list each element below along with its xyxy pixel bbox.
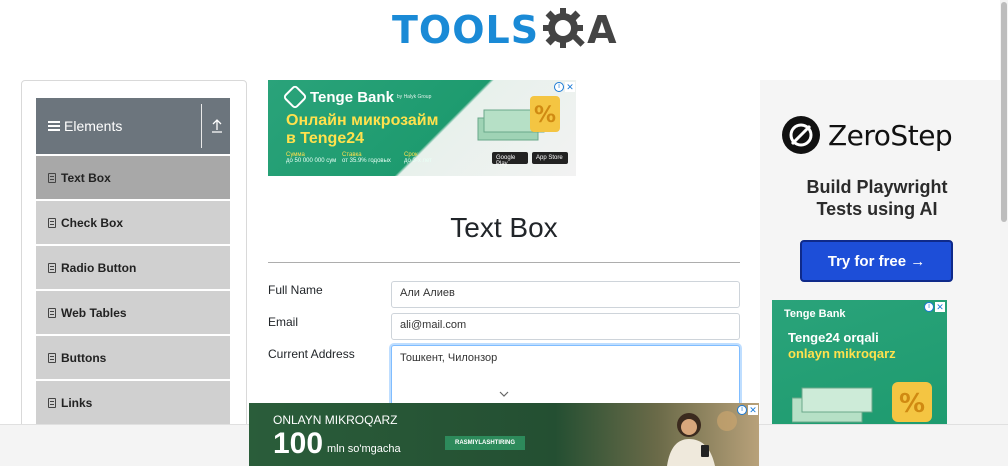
- ad-info-glyph: i: [928, 303, 930, 310]
- menu-item-buttons[interactable]: Buttons: [36, 336, 230, 379]
- ad-fact-value: от 35.9% годовых: [342, 158, 391, 164]
- ad-brand: Tenge Bank by Halyk Group: [282, 84, 432, 110]
- header-divider: [201, 104, 202, 148]
- menu-item-label: Links: [61, 395, 93, 410]
- side-ad-close-icon[interactable]: ✕: [935, 302, 945, 312]
- menu-item-links[interactable]: Links: [36, 381, 230, 424]
- ad-fact: Сумма до 50 000 000 сум: [286, 152, 336, 164]
- email-label: Email: [268, 315, 299, 329]
- bottom-ad-headline: ONLAYN MIKROQARZ: [273, 413, 398, 427]
- zerostep-logo: ZeroStep: [782, 116, 953, 154]
- ad-headline-1: Онлайн микрозайм: [286, 112, 439, 129]
- elements-group-header[interactable]: Elements: [36, 98, 230, 154]
- menu-item-web-tables[interactable]: Web Tables: [36, 291, 230, 334]
- bottom-ad-unit: mln so'mgacha: [327, 443, 401, 455]
- menu-item-label: Text Box: [61, 170, 111, 185]
- ad-brand-sub: by Halyk Group: [396, 94, 432, 100]
- menu-item-check-box[interactable]: Check Box: [36, 201, 230, 244]
- side-ad-line1: Tenge24 orqali: [788, 330, 879, 345]
- side-ad-line2: onlayn mikroqarz: [788, 346, 896, 361]
- try-for-free-button[interactable]: Try for free →: [800, 240, 953, 282]
- menu-item-label: Radio Button: [61, 260, 137, 275]
- page-scrollbar[interactable]: [1000, 0, 1008, 424]
- page-title: Text Box: [450, 212, 558, 243]
- ad-info-glyph: i: [741, 406, 743, 413]
- side-ad-brand: Tenge Bank: [784, 308, 846, 320]
- toolsqa-logo[interactable]: TOOLS A: [392, 6, 617, 54]
- zerostep-wordmark: ZeroStep: [828, 118, 953, 152]
- bottom-banner-ad[interactable]: ONLAYN MIKROQARZ 100 mln so'mgacha RASMI…: [249, 403, 759, 466]
- full-name-label: Full Name: [268, 283, 323, 297]
- money-stack-icon: %: [477, 96, 560, 141]
- zerostep-mark-icon: [782, 116, 820, 154]
- ad-fact: Срок до 3-х лет: [404, 152, 432, 164]
- bottom-ad-info-icon[interactable]: i: [737, 405, 747, 415]
- collapse-up-icon[interactable]: [210, 118, 224, 134]
- menu-item-label: Buttons: [61, 350, 107, 365]
- title-divider: [268, 262, 740, 263]
- google-play-badge[interactable]: Google Play: [492, 152, 528, 167]
- ad-fact-value: до 3-х лет: [404, 158, 432, 164]
- menu-item-icon: [48, 172, 56, 183]
- top-banner-ad[interactable]: Tenge Bank by Halyk Group Онлайн микроза…: [268, 80, 576, 176]
- current-address-textarea[interactable]: Тошкент, Чилонзор: [391, 345, 740, 409]
- right-sidebar-ad[interactable]: ZeroStep Build Playwright Tests using AI…: [760, 80, 1000, 424]
- ad-headline-2: в Tenge24: [286, 130, 365, 147]
- menu-item-radio-button[interactable]: Radio Button: [36, 246, 230, 289]
- ad-close-glyph: ✕: [566, 82, 574, 92]
- ad-close-icon[interactable]: ✕: [565, 82, 575, 92]
- side-ad-info-icon[interactable]: i: [924, 302, 934, 312]
- menu-item-label: Check Box: [61, 215, 124, 230]
- side-money-stack-icon: %: [792, 382, 932, 423]
- ad-fact: Ставка от 35.9% годовых: [342, 152, 391, 164]
- logo-tools-text: TOOLS: [392, 8, 540, 52]
- logo-a-text: A: [587, 8, 617, 52]
- svg-text:%: %: [899, 389, 925, 419]
- svg-text:%: %: [534, 103, 556, 128]
- bottom-ad-cta-button[interactable]: RASMIYLASHTIRING: [445, 436, 525, 450]
- ad-brand-name: Tenge Bank: [310, 88, 394, 106]
- current-address-value: Тошкент, Чилонзор: [400, 352, 498, 364]
- tenge-bank-logo-icon: [282, 84, 308, 110]
- group-title: Elements: [64, 118, 123, 134]
- page: TOOLS A Elements Text Box Check Box Radi…: [0, 0, 1008, 466]
- ad-close-glyph: ✕: [936, 302, 944, 312]
- menu-item-icon: [48, 352, 56, 363]
- elements-menu: Text Box Check Box Radio Button Web Tabl…: [36, 156, 230, 426]
- chevron-down-icon[interactable]: [498, 388, 510, 400]
- menu-item-icon: [48, 217, 56, 228]
- menu-item-icon: [48, 262, 56, 273]
- full-name-input[interactable]: Али Алиев: [391, 281, 740, 308]
- menu-item-text-box[interactable]: Text Box: [36, 156, 230, 199]
- zerostep-tagline: Build Playwright Tests using AI: [806, 177, 948, 219]
- tenge-bank-side-ad[interactable]: Tenge Bank Tenge24 orqali onlayn mikroqa…: [772, 300, 947, 424]
- full-name-value: Али Алиев: [400, 287, 455, 299]
- ad-fact-value: до 50 000 000 сум: [286, 158, 337, 164]
- email-input[interactable]: ali@mail.com: [391, 313, 740, 340]
- ad-close-glyph: ✕: [749, 405, 757, 415]
- app-store-badge[interactable]: App Store: [532, 152, 568, 164]
- woman-with-phone-image: [667, 411, 737, 466]
- left-panel: Elements Text Box Check Box Radio Button…: [21, 80, 247, 450]
- store-label: Google Play: [496, 155, 516, 167]
- ad-info-icon[interactable]: i: [554, 82, 564, 92]
- menu-item-label: Web Tables: [61, 305, 127, 320]
- bottom-ad-close-icon[interactable]: ✕: [748, 405, 758, 415]
- current-address-label: Current Address: [268, 347, 355, 361]
- scrollbar-thumb[interactable]: [1001, 2, 1007, 222]
- menu-hamburger-icon: [48, 119, 60, 133]
- menu-item-icon: [48, 397, 56, 408]
- store-label: App Store: [536, 155, 563, 161]
- menu-item-icon: [48, 307, 56, 318]
- ad-info-glyph: i: [558, 83, 560, 90]
- email-value: ali@mail.com: [400, 319, 467, 331]
- bottom-ad-amount: 100: [273, 427, 324, 460]
- logo-gear-q-icon: [541, 6, 589, 54]
